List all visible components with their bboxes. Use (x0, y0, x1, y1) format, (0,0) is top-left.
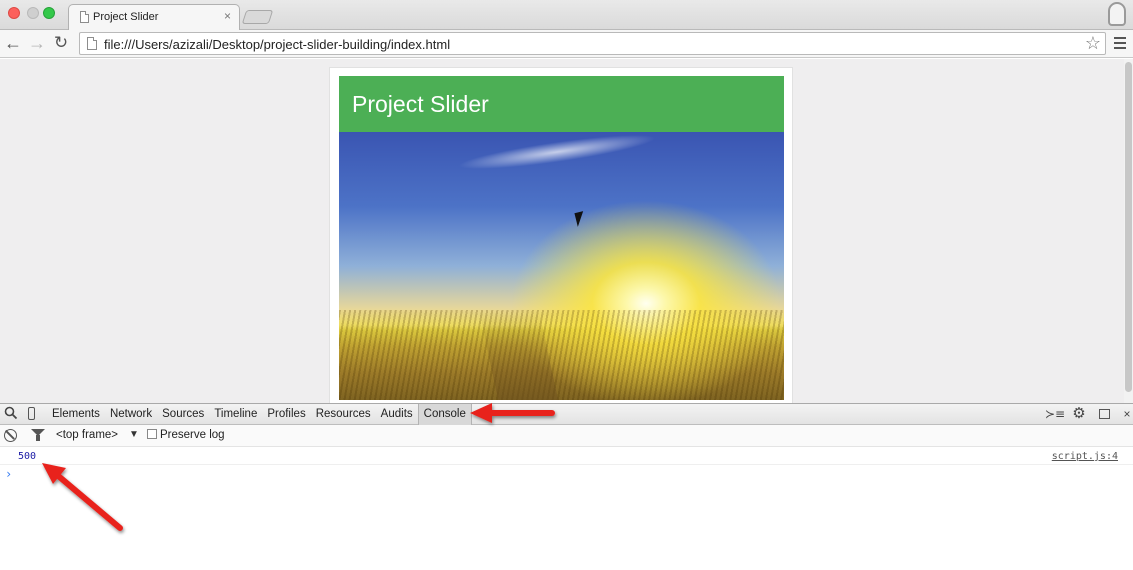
show-drawer-icon[interactable]: ≻≡ (1045, 406, 1065, 422)
slide-image[interactable] (339, 132, 784, 400)
console-prompt[interactable]: › (5, 467, 12, 481)
console-toolbar: <top frame> ▼ Preserve log (0, 425, 1133, 447)
cloud-shape (456, 132, 658, 176)
slider-title: Project Slider (352, 91, 489, 117)
tab-elements[interactable]: Elements (47, 404, 105, 425)
slider-header: Project Slider (339, 76, 784, 132)
console-messages: 500 script.js:4 › (0, 448, 1133, 570)
wheat-field (339, 310, 784, 400)
page-document-icon (87, 37, 97, 50)
slider-container: Project Slider (329, 67, 793, 403)
window-maximize-icon[interactable] (43, 7, 55, 19)
mouse-cursor-icon (574, 211, 587, 227)
tab-strip: Project Slider × (0, 0, 1133, 31)
preserve-log-label: Preserve log (160, 429, 225, 441)
settings-gear-icon[interactable]: ⚙ (1071, 406, 1087, 422)
devtools-tabs: Elements Network Sources Timeline Profil… (47, 404, 472, 425)
reload-icon[interactable]: ↻ (51, 33, 71, 53)
scrollbar-thumb[interactable] (1125, 62, 1132, 392)
browser-tab[interactable]: Project Slider × (68, 4, 240, 31)
device-mode-icon[interactable] (24, 406, 40, 422)
tab-timeline[interactable]: Timeline (209, 404, 262, 425)
tab-network[interactable]: Network (105, 404, 157, 425)
page-viewport: Project Slider (0, 59, 1133, 403)
bookmark-star-icon[interactable]: ☆ (1085, 33, 1101, 54)
filter-icon[interactable] (31, 428, 45, 442)
preserve-log-option[interactable]: Preserve log (147, 429, 225, 441)
new-tab-button[interactable] (241, 10, 274, 24)
console-source-link[interactable]: script.js:4 (1052, 451, 1118, 462)
profile-icon[interactable] (1108, 2, 1126, 26)
dock-side-icon[interactable] (1097, 406, 1113, 422)
browser-toolbar: ← → ↻ file:///Users/azizali/Desktop/proj… (0, 30, 1133, 58)
document-icon (80, 11, 89, 23)
console-log-row: 500 script.js:4 (0, 448, 1133, 465)
tab-profiles[interactable]: Profiles (262, 404, 310, 425)
tab-resources[interactable]: Resources (311, 404, 376, 425)
devtools-tabbar: Elements Network Sources Timeline Profil… (0, 404, 1133, 425)
console-output-value: 500 (18, 451, 37, 462)
page-scrollbar[interactable] (1124, 59, 1133, 403)
screen: Project Slider × ← → ↻ file:///Users/azi… (0, 0, 1133, 570)
devtools-close-icon[interactable]: × (1119, 406, 1133, 422)
inspect-search-icon[interactable] (3, 406, 19, 422)
tab-title: Project Slider (93, 11, 159, 23)
tab-sources[interactable]: Sources (157, 404, 209, 425)
devtools-panel: Elements Network Sources Timeline Profil… (0, 403, 1133, 570)
tab-audits[interactable]: Audits (376, 404, 418, 425)
window-close-icon[interactable] (8, 7, 20, 19)
tab-close-icon[interactable]: × (224, 9, 231, 23)
forward-arrow-icon[interactable]: → (27, 33, 47, 53)
menu-icon[interactable] (1114, 34, 1128, 49)
tab-console[interactable]: Console (417, 404, 472, 425)
clear-console-icon[interactable] (4, 429, 17, 442)
frame-selector[interactable]: <top frame> (56, 429, 118, 441)
dropdown-arrow-icon[interactable]: ▼ (129, 429, 139, 440)
back-arrow-icon[interactable]: ← (3, 33, 23, 53)
preserve-log-checkbox[interactable] (147, 429, 157, 439)
url-text[interactable]: file:///Users/azizali/Desktop/project-sl… (104, 37, 450, 52)
window-minimize-icon[interactable] (27, 7, 39, 19)
address-bar[interactable]: file:///Users/azizali/Desktop/project-sl… (79, 32, 1106, 55)
